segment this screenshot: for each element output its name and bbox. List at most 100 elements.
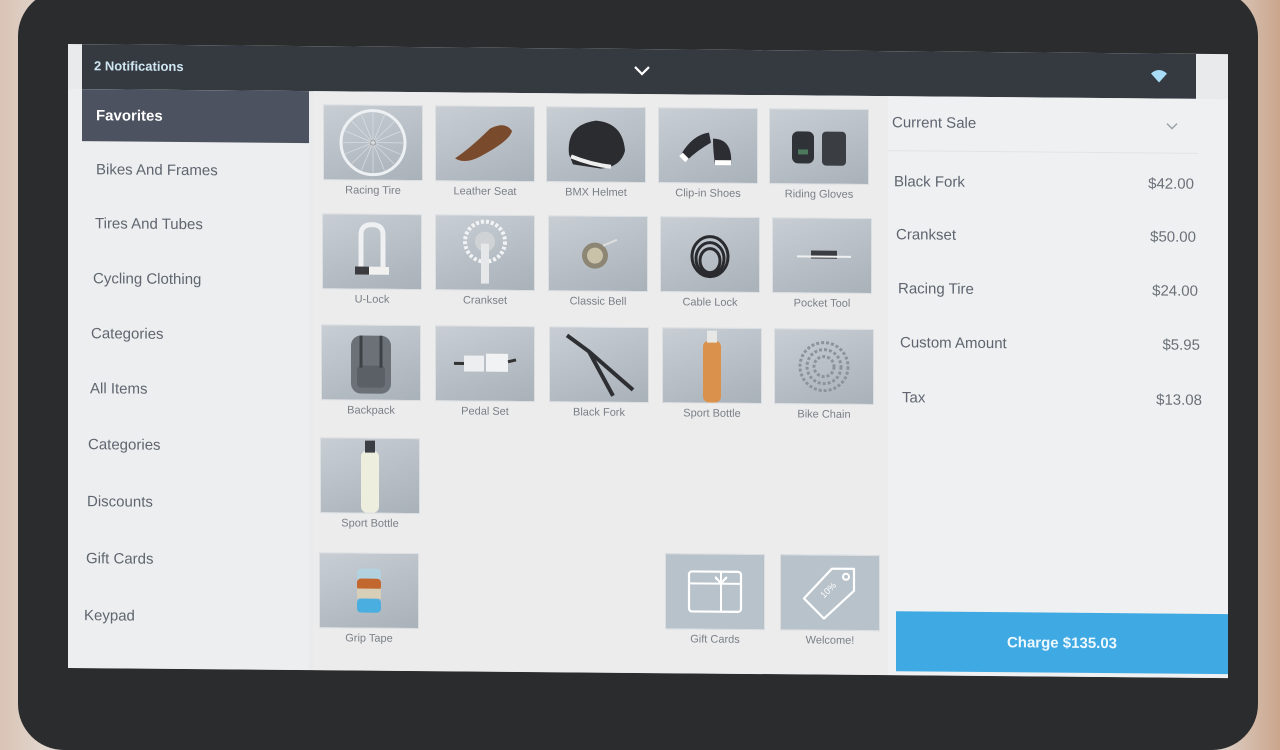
tape-icon [319, 552, 419, 629]
cable-icon [660, 216, 760, 293]
line-name: Crankset [896, 226, 956, 244]
item-label: U-Lock [322, 293, 422, 306]
line-amount: $24.00 [1152, 282, 1198, 299]
category-sidebar: Favorites Bikes And Frames Tires And Tub… [68, 89, 309, 670]
line-name: Racing Tire [898, 280, 974, 298]
line-amount: $42.00 [1148, 175, 1194, 192]
line-name: Tax [902, 389, 925, 406]
item-label: BMX Helmet [546, 186, 646, 199]
svg-text:10%: 10% [818, 580, 838, 600]
sidebar-item-label: Categories [88, 436, 161, 454]
item-tile[interactable]: Classic Bell [548, 215, 648, 322]
item-tile[interactable]: Pocket Tool [772, 217, 872, 324]
sidebar-item-label: Keypad [84, 607, 135, 624]
sale-line-item[interactable]: Black Fork $42.00 [894, 173, 1194, 193]
item-label: Racing Tire [323, 184, 423, 197]
line-name: Custom Amount [900, 334, 1007, 352]
wifi-icon [1150, 69, 1168, 83]
item-tile[interactable]: Gift Cards [665, 553, 765, 660]
item-tile[interactable]: Sport Bottle [320, 437, 420, 544]
item-tile[interactable]: Black Fork [549, 326, 649, 433]
bottle-orange-icon [662, 327, 762, 404]
item-tile[interactable]: Grip Tape [319, 552, 419, 659]
item-tile[interactable]: BMX Helmet [546, 106, 646, 213]
sidebar-item-categories-2[interactable]: Categories [68, 418, 309, 472]
item-tile[interactable]: Pedal Set [435, 325, 535, 432]
shoes-icon [658, 107, 758, 184]
item-label: Welcome! [780, 634, 880, 647]
sidebar-item-bikes-and-frames[interactable]: Bikes And Frames [68, 143, 309, 197]
tool-icon [772, 217, 872, 294]
backpack-icon [321, 324, 421, 401]
item-label: Black Fork [549, 406, 649, 419]
sale-header[interactable]: Current Sale [888, 96, 1198, 154]
item-tile[interactable]: Cable Lock [660, 216, 760, 323]
sidebar-item-label: Bikes And Frames [96, 161, 218, 179]
sidebar-item-cycling-clothing[interactable]: Cycling Clothing [68, 252, 309, 306]
pos-screen: 2 Notifications Favorites Bikes And Fram… [68, 44, 1228, 678]
sidebar-item-label: Tires And Tubes [95, 215, 203, 233]
item-label: Bike Chain [774, 408, 874, 421]
line-amount: $13.08 [1156, 391, 1202, 408]
sidebar-item-tires-and-tubes[interactable]: Tires And Tubes [68, 197, 309, 251]
sidebar-item-label: Categories [91, 325, 164, 343]
item-label: Pocket Tool [772, 297, 872, 310]
sale-tax-line[interactable]: Tax $13.08 [902, 389, 1202, 409]
wheel-icon [323, 104, 423, 181]
chevron-down-icon[interactable] [632, 61, 652, 81]
item-tile[interactable]: 10% Welcome! [780, 554, 880, 661]
item-label: Leather Seat [435, 185, 535, 198]
fork-icon [549, 326, 649, 403]
item-tile[interactable]: U-Lock [322, 213, 422, 320]
bottle-white-icon [320, 437, 420, 514]
sidebar-item-discounts[interactable]: Discounts [68, 475, 309, 529]
sidebar-item-label: Cycling Clothing [93, 270, 201, 288]
ulock-icon [322, 213, 422, 290]
chain-icon [774, 328, 874, 405]
sale-line-item[interactable]: Custom Amount $5.95 [900, 334, 1200, 354]
line-name: Black Fork [894, 173, 965, 191]
bell-icon [548, 215, 648, 292]
item-label: Riding Gloves [769, 188, 869, 201]
pedal-icon [435, 325, 535, 402]
sale-line-item[interactable]: Racing Tire $24.00 [898, 280, 1198, 300]
sale-title: Current Sale [892, 114, 976, 132]
item-tile[interactable]: Leather Seat [435, 105, 535, 212]
sidebar-item-label: All Items [90, 380, 148, 398]
item-label: Gift Cards [665, 633, 765, 646]
item-tile[interactable]: Bike Chain [774, 328, 874, 435]
item-label: Clip-in Shoes [658, 187, 758, 200]
gift-card-icon [665, 553, 765, 630]
sidebar-item-label: Favorites [96, 107, 163, 125]
helmet-icon [546, 106, 646, 183]
sidebar-item-label: Discounts [87, 493, 153, 511]
item-grid: Racing Tire Leather Seat BMX Helmet Clip-in… [313, 91, 888, 675]
notifications-label[interactable]: 2 Notifications [94, 58, 184, 74]
item-label: Sport Bottle [320, 517, 420, 530]
sidebar-item-categories[interactable]: Categories [68, 307, 309, 361]
item-tile[interactable]: Crankset [435, 214, 535, 321]
item-label: Classic Bell [548, 295, 648, 308]
item-tile[interactable]: Clip-in Shoes [658, 107, 758, 214]
sidebar-item-gift-cards[interactable]: Gift Cards [68, 532, 309, 586]
item-label: Grip Tape [319, 632, 419, 645]
charge-button[interactable]: Charge $135.03 [896, 611, 1228, 674]
line-amount: $5.95 [1162, 337, 1200, 354]
item-tile[interactable]: Sport Bottle [662, 327, 762, 434]
item-label: Pedal Set [435, 405, 535, 418]
item-label: Backpack [321, 404, 421, 417]
line-amount: $50.00 [1150, 228, 1196, 245]
item-tile[interactable]: Racing Tire [323, 104, 423, 211]
chevron-down-icon[interactable] [1165, 121, 1179, 131]
sidebar-item-all-items[interactable]: All Items [68, 362, 309, 416]
discount-tag-icon: 10% [780, 554, 880, 631]
item-tile[interactable]: Backpack [321, 324, 421, 431]
sale-line-item[interactable]: Crankset $50.00 [896, 226, 1196, 246]
sidebar-item-keypad[interactable]: Keypad [68, 589, 309, 643]
crank-icon [435, 214, 535, 291]
sidebar-item-label: Gift Cards [86, 550, 154, 568]
item-label: Cable Lock [660, 296, 760, 309]
item-label: Crankset [435, 294, 535, 307]
item-tile[interactable]: Riding Gloves [769, 108, 869, 215]
sidebar-item-favorites[interactable]: Favorites [82, 89, 309, 143]
